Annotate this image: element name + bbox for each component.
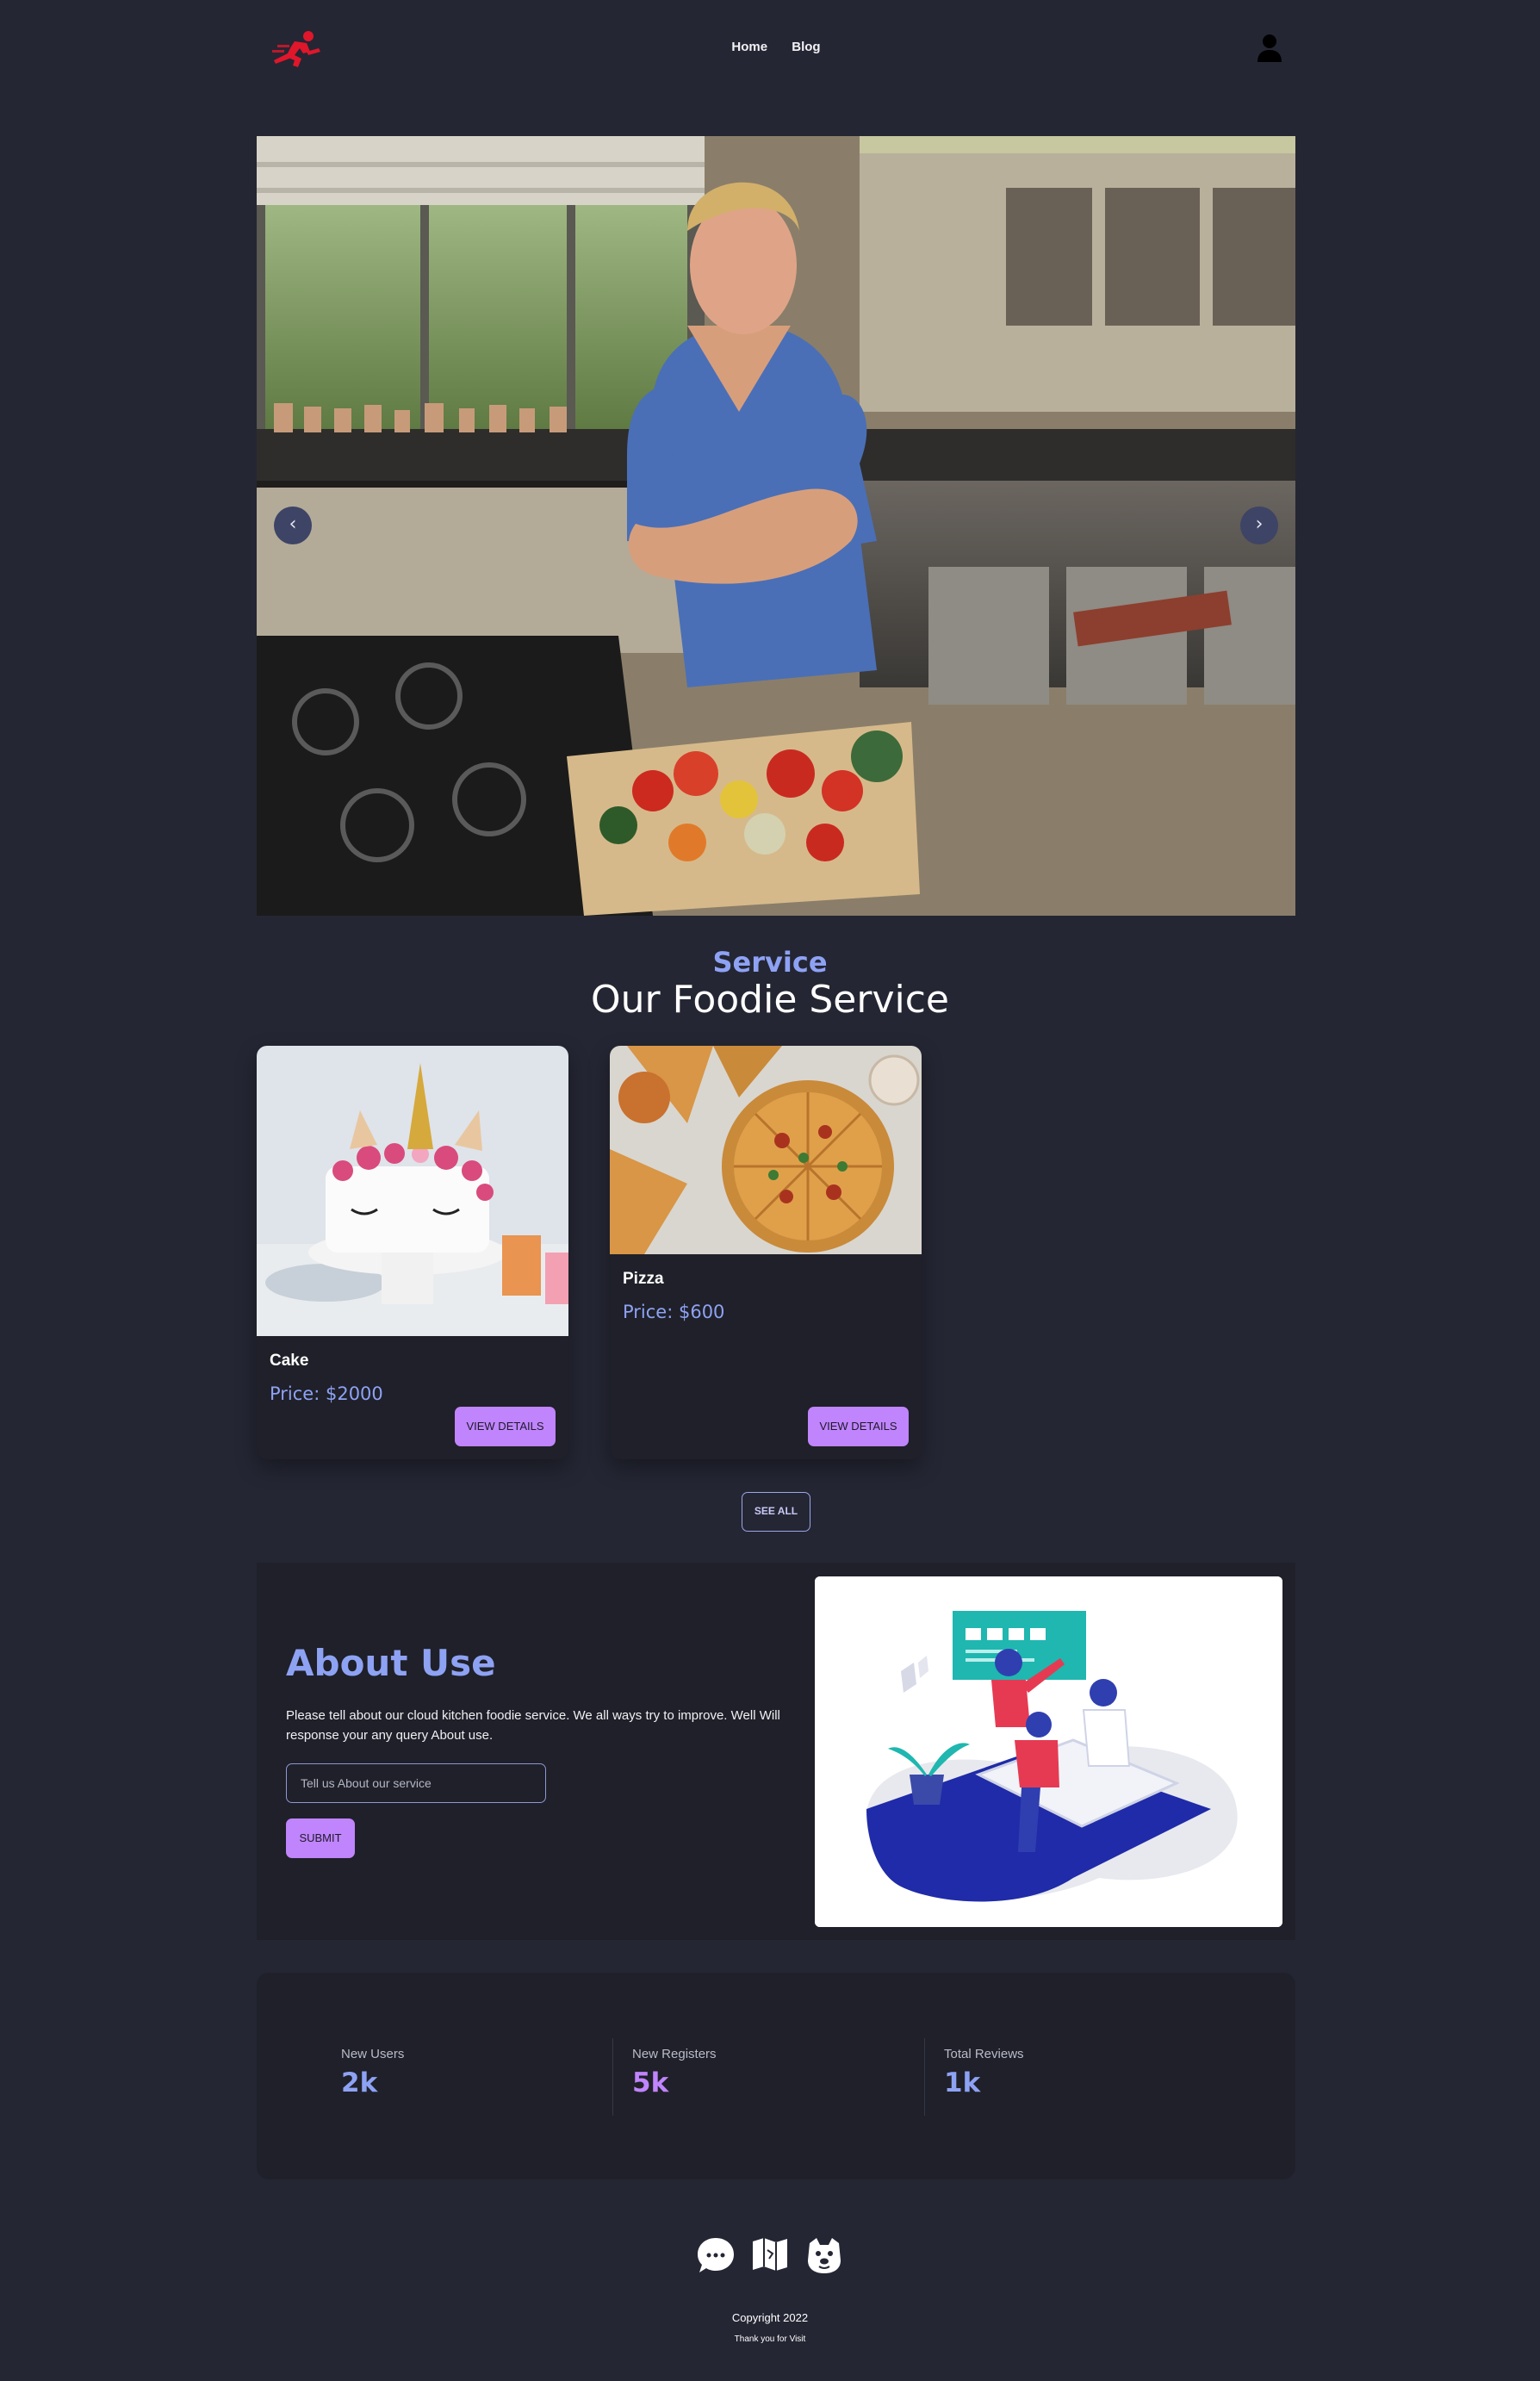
thanks-text: Thank you for Visit: [734, 2334, 806, 2344]
stat-label: New Registers: [632, 2047, 717, 2061]
about-section: About Use Please tell about our cloud ki…: [257, 1563, 1295, 1940]
stat-divider: [924, 2038, 925, 2116]
chef-in-kitchen-photo: [257, 136, 1295, 916]
card-price: Price: $2000: [270, 1383, 383, 1404]
pizza-photo: [610, 1046, 922, 1254]
service-kicker: Service: [712, 946, 828, 979]
stats-panel: New Users 2k New Registers 5k Total Revi…: [257, 1973, 1295, 2179]
view-details-button[interactable]: VIEW DETAILS: [455, 1407, 556, 1446]
stat-divider: [612, 2038, 613, 2116]
card-price: Price: $600: [623, 1302, 725, 1322]
nav-link-home[interactable]: Home: [731, 40, 767, 54]
stat-label: New Users: [341, 2047, 405, 2061]
about-text: Please tell about our cloud kitchen food…: [286, 1708, 780, 1743]
about-title: About Use: [286, 1642, 496, 1684]
stat-value: 1k: [944, 2067, 981, 2098]
see-all-button[interactable]: SEE ALL: [742, 1492, 810, 1532]
nav-links: Home Blog: [257, 40, 1295, 54]
nav-link-blog[interactable]: Blog: [792, 40, 820, 54]
navbar: Home Blog: [257, 26, 1295, 73]
user-icon[interactable]: [1256, 33, 1283, 64]
service-title: Our Foodie Service: [590, 978, 949, 1022]
unicorn-cake-photo: [257, 1046, 568, 1336]
stat-value: 2k: [341, 2067, 378, 2098]
social-links: [0, 2235, 1540, 2278]
map-icon[interactable]: [750, 2235, 790, 2276]
carousel-prev-button[interactable]: ‹: [274, 507, 312, 544]
service-card-cake: Cake Price: $2000 VIEW DETAILS: [257, 1046, 568, 1459]
carousel-next-button[interactable]: ›: [1240, 507, 1278, 544]
stat-label: Total Reviews: [944, 2047, 1024, 2061]
submit-button[interactable]: SUBMIT: [286, 1818, 355, 1858]
view-details-button[interactable]: VIEW DETAILS: [808, 1407, 909, 1446]
dog-face-icon[interactable]: [804, 2235, 844, 2276]
team-collaboration-illustration: [815, 1576, 1282, 1927]
copyright-text: Copyright 2022: [731, 2311, 809, 2324]
service-card-pizza: Pizza Price: $600 VIEW DETAILS: [610, 1046, 922, 1459]
about-feedback-input[interactable]: [286, 1763, 546, 1803]
card-name: Pizza: [623, 1270, 664, 1288]
stat-value: 5k: [632, 2067, 669, 2098]
chat-bubble-icon[interactable]: [696, 2235, 736, 2276]
card-name: Cake: [270, 1352, 309, 1370]
hero-carousel: ‹ ›: [257, 136, 1295, 916]
